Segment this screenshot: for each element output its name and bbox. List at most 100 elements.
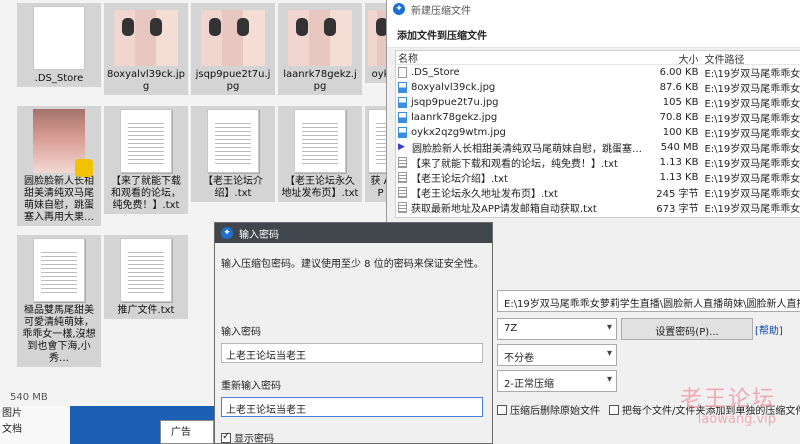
cell-size: 673 字节 xyxy=(656,204,699,215)
blank-file-icon xyxy=(398,67,407,78)
cell-size: 1.13 KB xyxy=(659,172,699,183)
delete-after-checkbox[interactable]: 压缩后删除原始文件 xyxy=(497,402,600,417)
text-file-icon xyxy=(398,172,407,183)
file-name: 8oxyalvl39ck.jpg xyxy=(107,69,185,92)
text-file-icon xyxy=(207,109,259,173)
output-path-input[interactable]: E:\19岁双马尾乖乖女萝莉学生直播\圆脸新人直播萌妹\圆脸新人直播萌妹 xyxy=(497,290,800,312)
table-row[interactable]: oykx2qzg9wtm.jpg 100 KB E:\19岁双马尾乖乖女 xyxy=(396,125,800,140)
cell-name: jsqp9pue2t7u.jpg xyxy=(396,97,643,108)
table-row[interactable]: ▶ 圆脸脸新人长相甜美清纯双马尾萌妹自慰，跳蛋塞… 540 MB E:\19岁双马尾乖… xyxy=(396,140,800,155)
file-name: jsqp9pue2t7u.jpg xyxy=(195,69,271,92)
cell-name: 【老王论坛介绍】.txt xyxy=(396,170,643,185)
ad-popup[interactable]: 广告 xyxy=(160,420,214,444)
column-size[interactable]: 大小 xyxy=(643,51,705,66)
archive-app-icon: ✦ xyxy=(221,227,233,239)
table-row[interactable]: .DS_Store 6.00 KB E:\19岁双马尾乖乖女 xyxy=(396,65,800,80)
dialog-title-bar[interactable]: ✦ 输入密码 xyxy=(215,223,492,243)
file-name: 【老王论坛永久地址发布页】.txt xyxy=(411,189,558,200)
file-name: 【老王论坛介绍】.txt xyxy=(411,174,508,185)
file-item[interactable]: 推广文件.txt xyxy=(104,235,188,319)
archive-app-icon: ✦ xyxy=(393,3,405,15)
column-path[interactable]: 文件路径 xyxy=(704,51,800,64)
set-password-button[interactable]: 设置密码(P)... xyxy=(621,318,753,340)
list-body: .DS_Store 6.00 KB E:\19岁双马尾乖乖女 8oxyalvl39ck… xyxy=(396,65,800,215)
cell-name: 获取最新地址及APP请发邮箱自动获取.txt xyxy=(396,200,643,215)
password-label: 输入密码 xyxy=(221,327,261,338)
checkbox-box[interactable] xyxy=(221,431,231,443)
file-name: 8oxyalvl39ck.jpg xyxy=(411,82,496,93)
watermark-url: laowang.vip xyxy=(697,412,777,427)
file-item[interactable]: 極品雙馬尾甜美可愛清純萌妹，乖乖女一樣,沒想到也會下海,小秀… xyxy=(17,235,101,367)
text-file-icon xyxy=(398,202,407,213)
cell-size: 100 KB xyxy=(662,127,699,138)
watermark-text: 老王论坛 xyxy=(680,387,777,412)
list-header: 名称 大小 文件路径 xyxy=(396,51,800,66)
file-list[interactable]: 名称 大小 文件路径 .DS_Store 6.00 KB E:\19岁双马尾乖乖女 8… xyxy=(395,50,800,218)
file-name: laanrk78gekz.jpg xyxy=(283,69,357,92)
text-file-icon xyxy=(120,238,172,302)
password-dialog: ✦ 输入密码 输入压缩包密码。建议使用至少 8 位的密码来保证安全性。 输入密码… xyxy=(214,222,493,444)
cell-name: 【来了就能下载和观看的论坛，纯免费！】.txt xyxy=(396,155,643,170)
table-row[interactable]: 【老王论坛介绍】.txt 1.13 KB E:\19岁双马尾乖乖女 xyxy=(396,170,800,185)
cell-name: ▶ 圆脸脸新人长相甜美清纯双马尾萌妹自慰，跳蛋塞… xyxy=(396,140,643,155)
cell-path: E:\19岁双马尾乖乖女 xyxy=(704,69,800,80)
table-row[interactable]: jsqp9pue2t7u.jpg 105 KB E:\19岁双马尾乖乖女 xyxy=(396,95,800,110)
cell-path: E:\19岁双马尾乖乖女 xyxy=(704,159,800,170)
cell-path: E:\19岁双马尾乖乖女 xyxy=(704,129,800,140)
file-name: 極品雙馬尾甜美可愛清純萌妹，乖乖女一樣,沒想到也會下海,小秀… xyxy=(22,305,96,364)
cell-path: E:\19岁双马尾乖乖女 xyxy=(704,204,800,215)
video-file-icon: ▶ xyxy=(398,142,405,152)
cell-path: E:\19岁双马尾乖乖女 xyxy=(704,174,800,185)
cell-path: E:\19岁双马尾乖乖女 xyxy=(704,99,800,110)
confirm-password-input[interactable]: 上老王论坛当老王 xyxy=(221,397,483,417)
format-select[interactable]: 7Z xyxy=(497,318,617,340)
table-row[interactable]: 8oxyalvl39ck.jpg 87.6 KB E:\19岁双马尾乖乖女 xyxy=(396,80,800,95)
photo-thumbnail-icon xyxy=(201,10,265,66)
table-row[interactable]: 获取最新地址及APP请发邮箱自动获取.txt 673 字节 E:\19岁双马尾乖乖女 xyxy=(396,200,800,215)
split-select[interactable]: 不分卷 xyxy=(497,344,617,366)
file-item[interactable]: .DS_Store xyxy=(17,3,101,87)
help-link[interactable]: [帮助] xyxy=(755,322,783,337)
file-item[interactable]: 【老王论坛介绍】.txt xyxy=(191,106,275,202)
file-item[interactable]: laanrk78gekz.jpg xyxy=(278,3,362,95)
player-badge-icon xyxy=(75,159,93,177)
image-file-icon xyxy=(398,97,407,108)
show-password-checkbox[interactable]: 显示密码 xyxy=(221,430,274,444)
column-name[interactable]: 名称 xyxy=(396,51,643,64)
file-name: 圆脸脸新人长相甜美清纯双马尾萌妹自慰，跳蛋塞… xyxy=(412,144,642,155)
section-title: 添加文件到压缩文件 xyxy=(387,18,800,48)
cell-path: E:\19岁双马尾乖乖女 xyxy=(704,114,800,125)
level-select[interactable]: 2-正常压缩 xyxy=(497,370,617,392)
table-row[interactable]: 【来了就能下载和观看的论坛，纯免费！】.txt 1.13 KB E:\19岁双马尾乖… xyxy=(396,155,800,170)
cell-name: 8oxyalvl39ck.jpg xyxy=(396,82,643,93)
file-item[interactable]: jsqp9pue2t7u.jpg xyxy=(191,3,275,95)
file-name: .DS_Store xyxy=(34,73,84,84)
cell-name: .DS_Store xyxy=(396,67,643,78)
nav-item-documents[interactable]: 文档 xyxy=(0,422,70,438)
file-name: 【来了就能下载和观看的论坛，纯免费！】.txt xyxy=(411,159,618,170)
table-row[interactable]: laanrk78gekz.jpg 70.8 KB E:\19岁双马尾乖乖女 xyxy=(396,110,800,125)
cell-path: E:\19岁双马尾乖乖女 xyxy=(704,84,800,95)
cell-path: E:\19岁双马尾乖乖女 xyxy=(704,189,800,200)
dialog-title: 输入密码 xyxy=(239,229,279,241)
checkbox-label: 压缩后删除原始文件 xyxy=(510,406,600,417)
ad-label: 广告 xyxy=(171,427,191,438)
file-item[interactable]: 【来了就能下载和观看的论坛，纯免费！】.txt xyxy=(104,106,188,214)
file-item[interactable]: 8oxyalvl39ck.jpg xyxy=(104,3,188,95)
password-input[interactable]: 上老王论坛当老王 xyxy=(221,343,483,363)
file-name: laanrk78gekz.jpg xyxy=(411,112,498,123)
table-row[interactable]: 【老王论坛永久地址发布页】.txt 245 字节 E:\19岁双马尾乖乖女 xyxy=(396,185,800,200)
nav-item-pictures[interactable]: 图片 xyxy=(0,406,70,422)
checkbox-box[interactable] xyxy=(497,404,507,415)
file-name: 【老王论坛介绍】.txt xyxy=(203,176,263,199)
cell-size: 70.8 KB xyxy=(659,112,699,123)
file-name: .DS_Store xyxy=(411,67,460,78)
confirm-password-label: 重新输入密码 xyxy=(221,381,281,392)
checkbox-label: 显示密码 xyxy=(234,434,274,444)
file-name: 圆脸脸新人长相甜美清纯双马尾萌妹自慰，跳蛋塞入再用大果… xyxy=(24,176,94,223)
text-file-icon xyxy=(33,238,85,302)
window-title-bar[interactable]: ✦ 新建压缩文件 xyxy=(387,0,800,18)
file-item[interactable]: 【老王论坛永久地址发布页】.txt xyxy=(278,106,362,202)
file-item[interactable]: 圆脸脸新人长相甜美清纯双马尾萌妹自慰，跳蛋塞入再用大果… xyxy=(17,106,101,226)
checkbox-box[interactable] xyxy=(609,404,619,415)
